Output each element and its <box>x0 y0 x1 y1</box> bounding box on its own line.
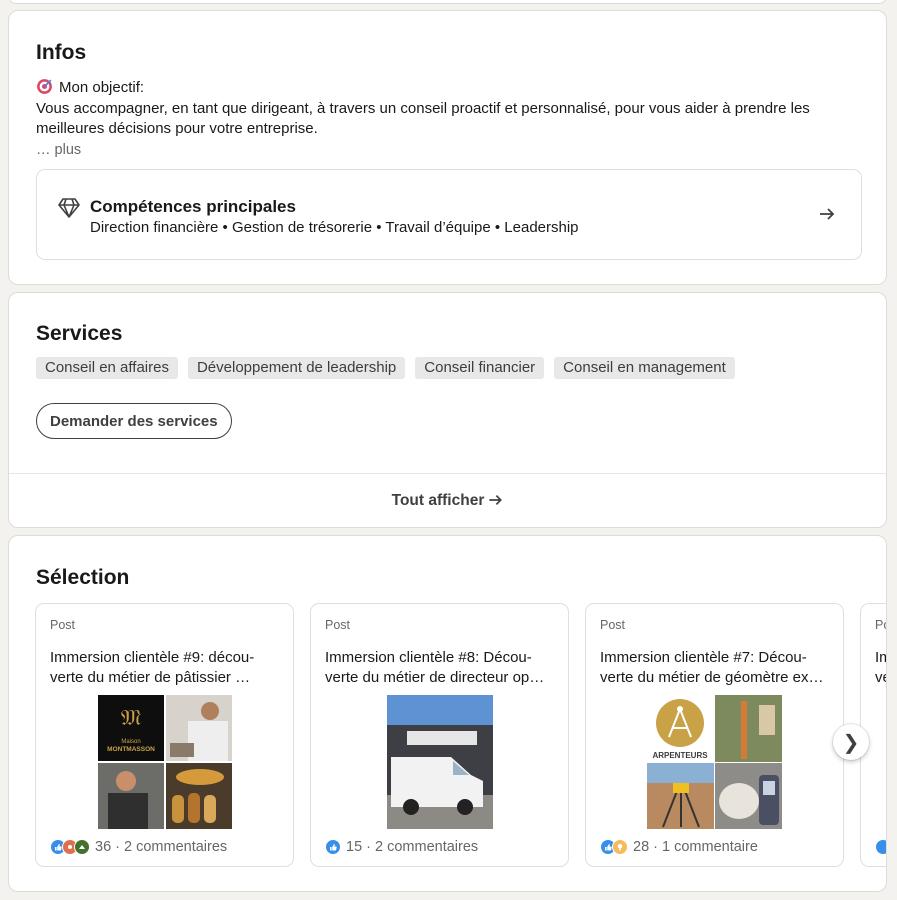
services-card: Services Conseil en affaires Développeme… <box>8 292 887 528</box>
featured-title: Sélection <box>36 566 130 589</box>
previous-card <box>8 0 887 4</box>
post-stats[interactable]: 36 · 2 commentaires <box>50 839 227 855</box>
show-all-label: Tout afficher <box>391 492 485 509</box>
post-stats[interactable]: 15 · 2 commentaires <box>325 839 478 855</box>
divider <box>9 473 886 474</box>
svg-text:ARPENTEURS: ARPENTEURS <box>652 751 708 760</box>
arrow-right-icon <box>489 495 503 505</box>
post-text: Immersion clientèle #9: décou- verte du … <box>50 649 255 686</box>
insightful-reaction-icon <box>612 839 628 855</box>
service-chip: Conseil en management <box>554 357 735 379</box>
post-text: Immersion clientèle #8: Décou- verte du … <box>325 649 545 686</box>
request-services-button[interactable]: Demander des services <box>36 403 232 439</box>
svg-text:𝔐: 𝔐 <box>121 705 141 730</box>
target-icon <box>37 79 52 94</box>
post-image: 𝔐 Maison MONTMASSON <box>98 695 232 829</box>
post-stats-text: 36 · 2 commentaires <box>95 839 228 855</box>
service-chip: Développement de leadership <box>187 357 406 379</box>
top-skills-box[interactable]: Compétences principales Direction financ… <box>36 169 862 260</box>
post-stats[interactable] <box>875 839 886 855</box>
diamond-icon <box>58 198 80 218</box>
featured-post[interactable]: Post Immersion clientèle #8: Décou- vert… <box>310 603 569 867</box>
service-chip: Conseil en affaires <box>36 357 178 379</box>
featured-post[interactable]: Post Immersion clientèle #9: décou- vert… <box>35 603 294 867</box>
post-type-label: Po <box>875 618 886 632</box>
featured-post[interactable]: Post Immersion clientèle #7: Décou- vert… <box>585 603 844 867</box>
post-stats[interactable]: 28 · 1 commentaire <box>600 839 758 855</box>
service-chip: Conseil financier <box>415 357 545 379</box>
post-text: Immersion clientèle #7: Décou- verte du … <box>600 649 824 686</box>
services-chips: Conseil en affaires Développement de lea… <box>36 357 735 379</box>
objective-text: Vous accompagner, en tant que dirigeant,… <box>36 99 810 138</box>
about-text: Mon objectif: Vous accompagner, en tant … <box>36 78 856 160</box>
infos-title: Infos <box>36 41 87 64</box>
post-type-label: Post <box>325 618 351 632</box>
infos-card: Infos Mon objectif: Vous accompagner, en… <box>8 10 887 285</box>
show-all-link[interactable]: Tout afficher <box>9 492 886 510</box>
objective-label: Mon objectif: <box>59 79 145 96</box>
post-type-label: Post <box>600 618 626 632</box>
like-reaction-icon <box>875 839 886 855</box>
reactions <box>325 839 341 855</box>
post-type-label: Post <box>50 618 76 632</box>
carousel-next-button[interactable]: ❯ <box>833 724 869 760</box>
post-stats-text: 28 · 1 commentaire <box>633 839 758 855</box>
post-image: ARPENTEURS <box>647 695 782 829</box>
svg-text:MONTMASSON: MONTMASSON <box>107 746 155 753</box>
reactions <box>600 839 628 855</box>
reactions <box>875 839 886 855</box>
services-title: Services <box>36 322 123 345</box>
post-text: Im ve <box>875 649 886 686</box>
post-image <box>387 695 493 829</box>
top-skills-list: Direction financière • Gestion de trésor… <box>90 219 579 236</box>
svg-text:Maison: Maison <box>121 739 140 745</box>
featured-card: Sélection Post Immersion clientèle #9: d… <box>8 535 887 892</box>
chevron-right-icon: ❯ <box>842 730 860 754</box>
like-reaction-icon <box>325 839 341 855</box>
see-more-link[interactable]: … plus <box>36 140 856 161</box>
arrow-right-icon[interactable] <box>819 206 835 222</box>
post-stats-text: 15 · 2 commentaires <box>346 839 479 855</box>
support-reaction-icon <box>74 839 90 855</box>
top-skills-title: Compétences principales <box>90 197 296 216</box>
reactions <box>50 839 90 855</box>
